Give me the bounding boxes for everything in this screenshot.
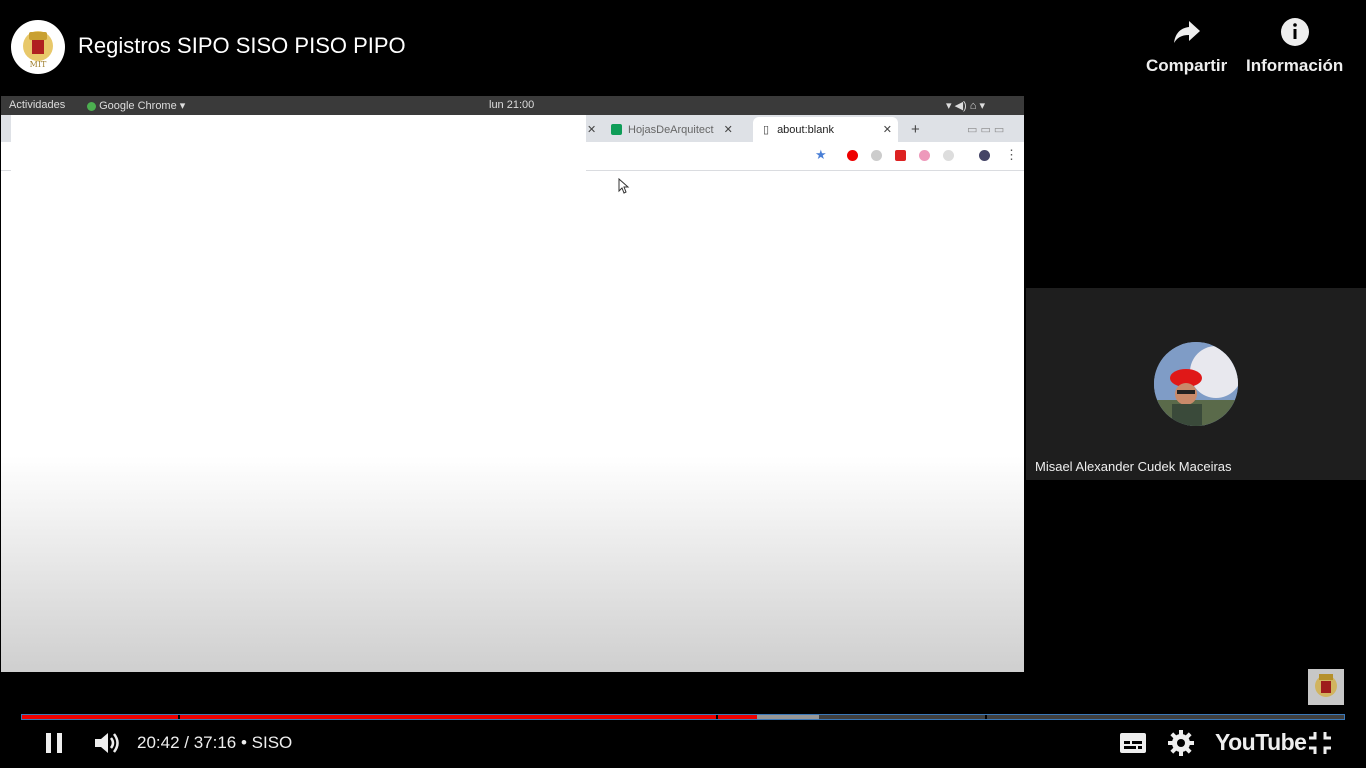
chapter-marker [178,715,180,719]
shared-screen[interactable]: Actividades Google Chrome ▾ lun 21:00 ▾ … [1,96,1024,672]
share-label: Compartir [1146,56,1228,75]
info-button[interactable]: Información [1246,16,1343,76]
share-button[interactable]: Compartir [1146,16,1227,76]
tab-hojas[interactable]: HojasDeArquitect ✕ [611,117,733,142]
progress-played [22,715,758,719]
chrome-icon [87,101,96,111]
participant-avatar [1154,342,1238,426]
activities-label: Actividades [9,99,66,111]
sheets-icon [611,124,622,135]
settings-button[interactable] [1165,728,1197,758]
extension-icon[interactable] [919,150,930,161]
page-background [1,456,1024,672]
tab-about-blank[interactable]: ▯ about:blank ✕ [753,117,898,142]
participant-name: Misael Alexander Cudek Maceiras [1035,459,1232,474]
chrome-app-label: Google Chrome ▾ [87,99,185,112]
share-icon [1173,21,1200,43]
settings-icon [1168,730,1194,756]
subtitles-icon [1120,733,1146,753]
time-display: 20:42 / 37:16 • SISO [137,733,293,752]
extension-icon[interactable] [871,150,882,161]
chapter-marker [985,715,987,719]
mouse-cursor-icon [618,178,630,194]
info-icon [1280,18,1309,46]
participant-tile: Misael Alexander Cudek Maceiras [1026,288,1366,480]
opera-extension-icon[interactable] [847,150,858,161]
pause-icon [46,733,62,753]
page-icon: ▯ [763,124,770,136]
channel-watermark[interactable] [1308,669,1344,705]
system-tray-icons: ▾ ◀) ⌂ ▾ [946,100,985,112]
svg-text:MIT: MIT [30,60,47,69]
profile-avatar-icon[interactable] [979,150,990,161]
bookmark-star-icon[interactable]: ★ [815,147,827,163]
youtube-logo[interactable]: YouTube [1215,729,1307,756]
channel-logo[interactable]: MIT [11,20,65,74]
blanked-region [11,115,586,172]
window-controls[interactable]: ▭ ▭ ▭ [967,117,1004,142]
chapter-marker [716,715,718,719]
extension-icon[interactable] [895,150,906,161]
gnome-top-bar: Actividades Google Chrome ▾ lun 21:00 ▾ … [1,96,1024,115]
exit-fullscreen-icon [1309,732,1331,754]
close-tab-icon[interactable]: ✕ [883,123,892,136]
close-tab-icon[interactable]: ✕ [587,117,596,142]
pause-button[interactable] [36,727,72,759]
subtitles-button[interactable] [1117,729,1149,757]
new-tab-button[interactable]: + [911,117,920,142]
volume-button[interactable] [89,727,125,759]
system-clock: lun 21:00 [489,99,535,111]
close-tab-icon[interactable]: ✕ [724,123,733,136]
exit-fullscreen-button[interactable] [1304,728,1336,758]
volume-icon [95,733,119,753]
video-title: Registros SIPO SISO PISO PIPO [78,33,406,58]
info-label: Información [1246,56,1344,75]
extension-icon[interactable] [943,150,954,161]
progress-bar[interactable] [21,714,1345,720]
browser-menu-icon[interactable]: ⋮ [1005,147,1018,163]
